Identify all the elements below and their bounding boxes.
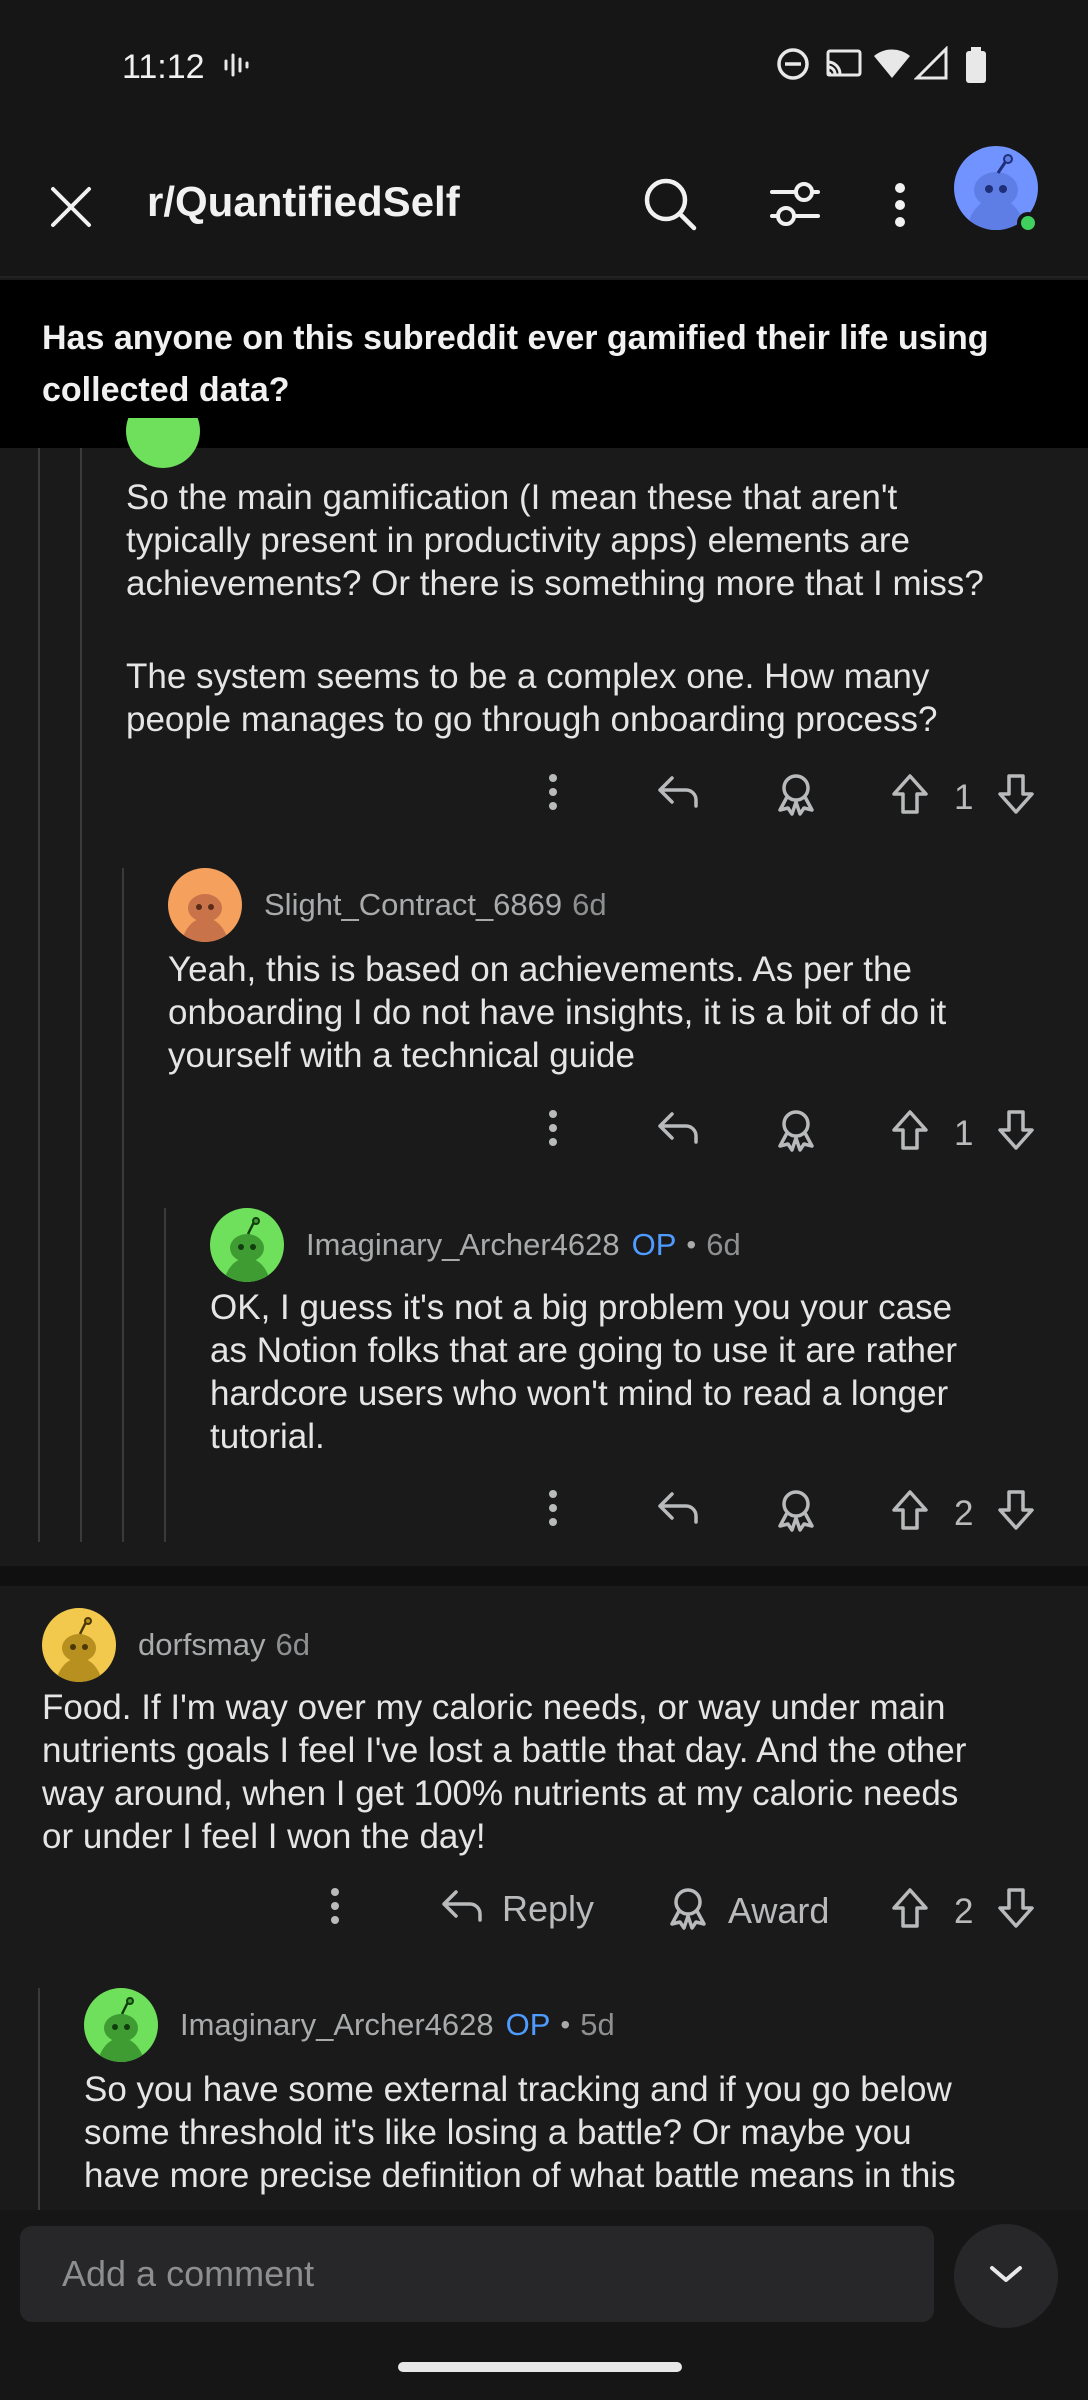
reply-icon[interactable] xyxy=(656,1108,700,1148)
more-options-icon[interactable] xyxy=(546,1488,560,1528)
award-icon[interactable] xyxy=(774,1108,818,1152)
sort-filter-icon[interactable] xyxy=(768,178,822,235)
comment-age: 6d xyxy=(572,887,607,922)
op-badge: OP xyxy=(631,1227,677,1262)
upvote-icon[interactable] xyxy=(890,1488,930,1532)
post-title: Has anyone on this subreddit ever gamifi… xyxy=(42,319,989,409)
vote-count: 1 xyxy=(954,1114,974,1153)
comment-actions: Reply Award 2 xyxy=(0,1886,1088,1946)
vote-count: 2 xyxy=(954,1892,974,1931)
reply-icon xyxy=(440,1886,484,1931)
more-options-icon[interactable] xyxy=(546,772,560,812)
top-app-bar: r/QuantifiedSelf xyxy=(0,136,1088,278)
comment-author[interactable]: dorfsmay xyxy=(138,1627,265,1663)
more-options-icon[interactable] xyxy=(890,182,910,233)
reply-button[interactable]: Reply xyxy=(440,1886,594,1931)
thread-separator xyxy=(0,1566,1088,1586)
comment-age: 6d xyxy=(275,1627,310,1662)
downvote-icon[interactable] xyxy=(996,772,1036,816)
more-options-icon[interactable] xyxy=(328,1886,342,1926)
comment-header: dorfsmay 6d xyxy=(42,1608,310,1682)
separator-dot: • xyxy=(686,1229,697,1260)
award-icon[interactable] xyxy=(774,1488,818,1532)
downvote-icon[interactable] xyxy=(996,1488,1036,1532)
search-icon[interactable] xyxy=(642,176,698,237)
upvote-icon[interactable] xyxy=(890,1108,930,1152)
comment-header: Imaginary_Archer4628 OP • 5d xyxy=(84,1988,615,2062)
avatar[interactable] xyxy=(126,418,200,468)
avatar[interactable] xyxy=(84,1988,158,2062)
status-bar: 11:12 xyxy=(0,0,1088,136)
reply-icon[interactable] xyxy=(656,1488,700,1528)
reply-label: Reply xyxy=(502,1887,595,1929)
thread-line xyxy=(122,868,124,1542)
comment-body: Yeah, this is based on achievements. As … xyxy=(168,950,947,1075)
wifi-icon xyxy=(872,46,912,87)
thread-line xyxy=(80,448,82,1542)
comment-body: So you have some external tracking and i… xyxy=(84,2070,956,2195)
comment-header: Imaginary_Archer4628 OP • 6d xyxy=(210,1208,741,1282)
status-time: 11:12 xyxy=(122,48,205,86)
avatar[interactable] xyxy=(210,1208,284,1282)
chevron-down-icon xyxy=(986,2262,1026,2291)
avatar[interactable] xyxy=(168,868,242,942)
comment-author[interactable]: Imaginary_Archer4628 xyxy=(180,2007,494,2043)
dnd-icon xyxy=(775,46,811,87)
op-badge: OP xyxy=(505,2007,551,2042)
comment-actions: 1 xyxy=(0,772,1088,832)
comment-age: 6d xyxy=(706,1227,741,1262)
avatar[interactable] xyxy=(42,1608,116,1682)
comment-author[interactable]: Imaginary_Archer4628 xyxy=(306,1227,620,1263)
downvote-icon[interactable] xyxy=(996,1108,1036,1152)
subreddit-title[interactable]: r/QuantifiedSelf xyxy=(147,178,460,226)
comment-thread: So the main gamification (I mean these t… xyxy=(0,418,1088,1568)
collapse-button[interactable] xyxy=(954,2224,1058,2328)
separator-dot: • xyxy=(560,2009,571,2040)
vote-count: 2 xyxy=(954,1494,974,1533)
vote-count: 1 xyxy=(954,778,974,817)
battery-icon xyxy=(964,46,988,89)
comment-age: 5d xyxy=(580,2007,615,2042)
upvote-icon[interactable] xyxy=(890,772,930,816)
comment-author[interactable]: Slight_Contract_6869 xyxy=(264,887,562,923)
upvote-icon[interactable] xyxy=(890,1886,930,1930)
comment-body: Food. If I'm way over my caloric needs, … xyxy=(42,1688,967,1856)
comment-body: OK, I guess it's not a big problem you y… xyxy=(210,1288,958,1456)
cast-icon xyxy=(824,46,864,87)
online-status-indicator xyxy=(1017,212,1039,234)
award-icon xyxy=(666,1886,710,1935)
comment-header: Slight_Contract_6869 6d xyxy=(168,868,607,942)
downvote-icon[interactable] xyxy=(996,1886,1036,1930)
thread-line xyxy=(38,448,40,1542)
sound-wave-icon xyxy=(222,50,252,85)
reply-icon[interactable] xyxy=(656,772,700,812)
award-label: Award xyxy=(728,1889,830,1931)
thread-line xyxy=(38,1988,40,2210)
signal-icon xyxy=(913,45,950,87)
comment-actions: 2 xyxy=(0,1488,1088,1548)
add-comment-input[interactable]: Add a comment xyxy=(20,2226,934,2322)
more-options-icon[interactable] xyxy=(546,1108,560,1148)
award-icon[interactable] xyxy=(774,772,818,816)
comment-body: So the main gamification (I mean these t… xyxy=(126,478,984,739)
comment-actions: 1 xyxy=(0,1108,1088,1168)
award-button[interactable]: Award xyxy=(666,1886,829,1935)
home-indicator[interactable] xyxy=(398,2362,682,2372)
close-icon[interactable] xyxy=(48,184,94,235)
